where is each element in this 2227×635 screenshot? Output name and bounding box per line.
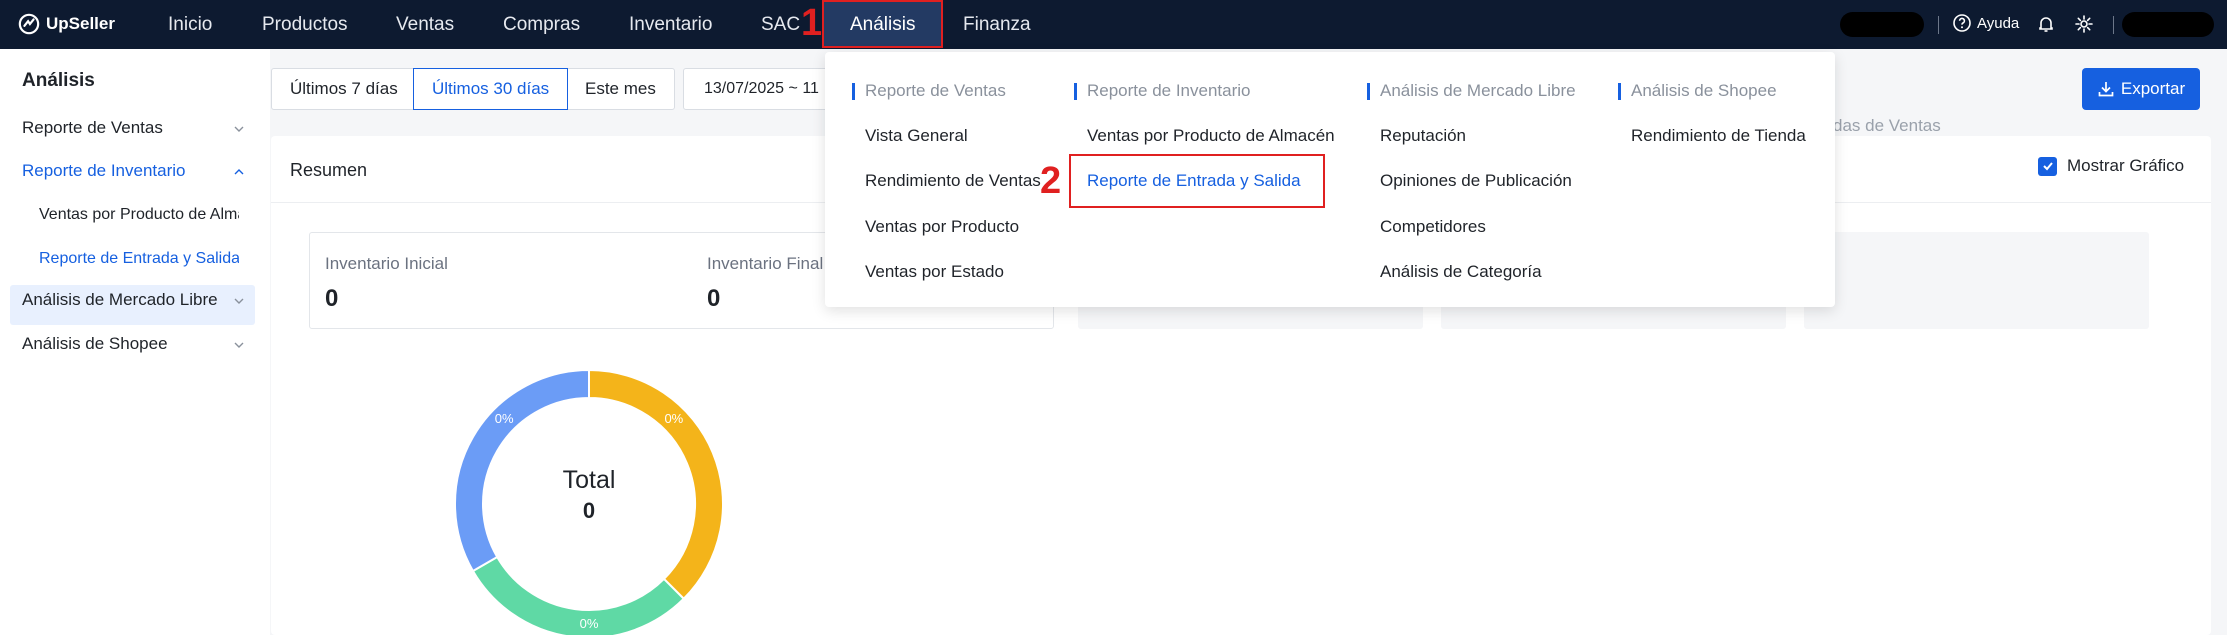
highlight-box xyxy=(1069,154,1325,208)
stat-label-initial: Inventario Inicial xyxy=(325,254,448,273)
store-selector-redacted[interactable] xyxy=(1840,12,1924,37)
menu-header-mercado-libre: Análisis de Mercado Libre xyxy=(1367,81,1576,101)
annotation-step-2: 2 xyxy=(1040,160,1062,202)
show-graph-checkbox[interactable] xyxy=(2038,156,2057,176)
nav-sac[interactable]: SAC xyxy=(761,0,800,49)
sidebar-item-shopee[interactable]: Análisis de Shopee xyxy=(22,334,168,354)
nav-inicio[interactable]: Inicio xyxy=(168,0,212,49)
logo-text: UpSeller xyxy=(46,14,115,33)
stat-label-final: Inventario Final xyxy=(707,254,824,273)
date-range-input[interactable]: 13/07/2025 ~ 11 xyxy=(683,68,843,110)
sidebar-item-reporte-ventas[interactable]: Reporte de Ventas xyxy=(22,118,163,138)
nav-analisis[interactable]: Análisis xyxy=(822,0,944,48)
bell-icon xyxy=(2039,17,2053,32)
show-graph-label: Mostrar Gráfico xyxy=(2067,156,2185,175)
menu-link-ventas-producto[interactable]: Ventas por Producto xyxy=(865,217,1019,237)
menu-link-reputacion[interactable]: Reputación xyxy=(1380,126,1466,146)
menu-link-rendimiento-ventas[interactable]: Rendimiento de Ventas xyxy=(865,171,1041,191)
upseller-logo[interactable]: UpSeller xyxy=(18,13,115,35)
show-graph-toggle[interactable]: Mostrar Gráfico xyxy=(2038,156,2184,176)
sidebar-item-reporte-inventario[interactable]: Reporte de Inventario xyxy=(22,161,186,181)
menu-link-ventas-estado[interactable]: Ventas por Estado xyxy=(865,262,1004,282)
help-icon xyxy=(1953,14,1971,32)
stat-box-salidas xyxy=(1804,232,2149,329)
nav-productos[interactable]: Productos xyxy=(262,0,348,49)
chevron-down-icon xyxy=(234,298,244,304)
download-icon xyxy=(2098,82,2114,97)
stat-value-final: 0 xyxy=(707,285,721,312)
settings-button[interactable] xyxy=(2074,14,2094,39)
gear-icon xyxy=(2075,15,2093,33)
export-button[interactable]: Exportar xyxy=(2082,68,2200,110)
logo-icon xyxy=(18,13,40,35)
nav-ventas[interactable]: Ventas xyxy=(396,0,454,49)
menu-header-reporte-inventario: Reporte de Inventario xyxy=(1074,81,1251,101)
top-nav-bar: UpSeller Inicio Productos Ventas Compras… xyxy=(0,0,2227,49)
sidebar-subitem-ventas-producto-almacen[interactable]: Ventas por Producto de Almacén xyxy=(39,206,239,224)
menu-link-opiniones-publicacion[interactable]: Opiniones de Publicación xyxy=(1380,171,1572,191)
donut-slice-label: 0% xyxy=(664,411,683,426)
nav-separator xyxy=(2113,16,2114,34)
summary-title: Resumen xyxy=(290,160,368,180)
donut-total-label: Total xyxy=(562,466,616,494)
donut-total-value: 0 xyxy=(582,498,596,523)
notifications-button[interactable] xyxy=(2036,14,2056,39)
help-label: Ayuda xyxy=(1977,14,2020,32)
annotation-step-1: 1 xyxy=(801,2,823,44)
menu-header-shopee: Análisis de Shopee xyxy=(1618,81,1777,101)
stat-value-initial: 0 xyxy=(325,285,339,312)
nav-compras[interactable]: Compras xyxy=(503,0,580,49)
nav-finanza[interactable]: Finanza xyxy=(963,0,1031,49)
donut-slice-label: 0% xyxy=(495,411,514,426)
donut-slice-label: 0% xyxy=(580,616,599,631)
export-label: Exportar xyxy=(2120,79,2186,98)
menu-link-analisis-categoria[interactable]: Análisis de Categoría xyxy=(1380,262,1542,282)
analisis-dropdown-menu: Reporte de Ventas Vista General Rendimie… xyxy=(825,52,1835,307)
menu-link-rendimiento-tienda[interactable]: Rendimiento de Tienda xyxy=(1631,126,1806,146)
nav-inventario[interactable]: Inventario xyxy=(629,0,712,49)
help-button[interactable]: Ayuda xyxy=(1952,13,2019,33)
chevron-down-icon xyxy=(234,342,244,348)
sidebar-subitem-entrada-salida[interactable]: Reporte de Entrada y Salida xyxy=(39,250,239,268)
check-icon xyxy=(2042,162,2053,171)
menu-link-competidores[interactable]: Competidores xyxy=(1380,217,1486,237)
range-30-days-button[interactable]: Últimos 30 días xyxy=(413,68,569,110)
range-this-month-button[interactable]: Este mes xyxy=(566,68,675,110)
nav-separator xyxy=(1938,16,1939,34)
sidebar-item-mercado-libre[interactable]: Análisis de Mercado Libre xyxy=(22,290,218,310)
sidebar-title: Análisis xyxy=(22,70,95,91)
range-7-days-button[interactable]: Últimos 7 días xyxy=(271,68,417,110)
menu-link-ventas-producto-almacen[interactable]: Ventas por Producto de Almacén xyxy=(1087,126,1335,146)
account-menu-redacted[interactable] xyxy=(2122,12,2214,37)
menu-header-reporte-ventas: Reporte de Ventas xyxy=(852,81,1006,101)
menu-link-vista-general[interactable]: Vista General xyxy=(865,126,968,146)
chevron-down-icon xyxy=(234,126,244,132)
sidebar: Análisis Reporte de Ventas Reporte de In… xyxy=(0,49,270,635)
donut-slice xyxy=(471,555,686,635)
chevron-up-icon xyxy=(234,169,244,175)
